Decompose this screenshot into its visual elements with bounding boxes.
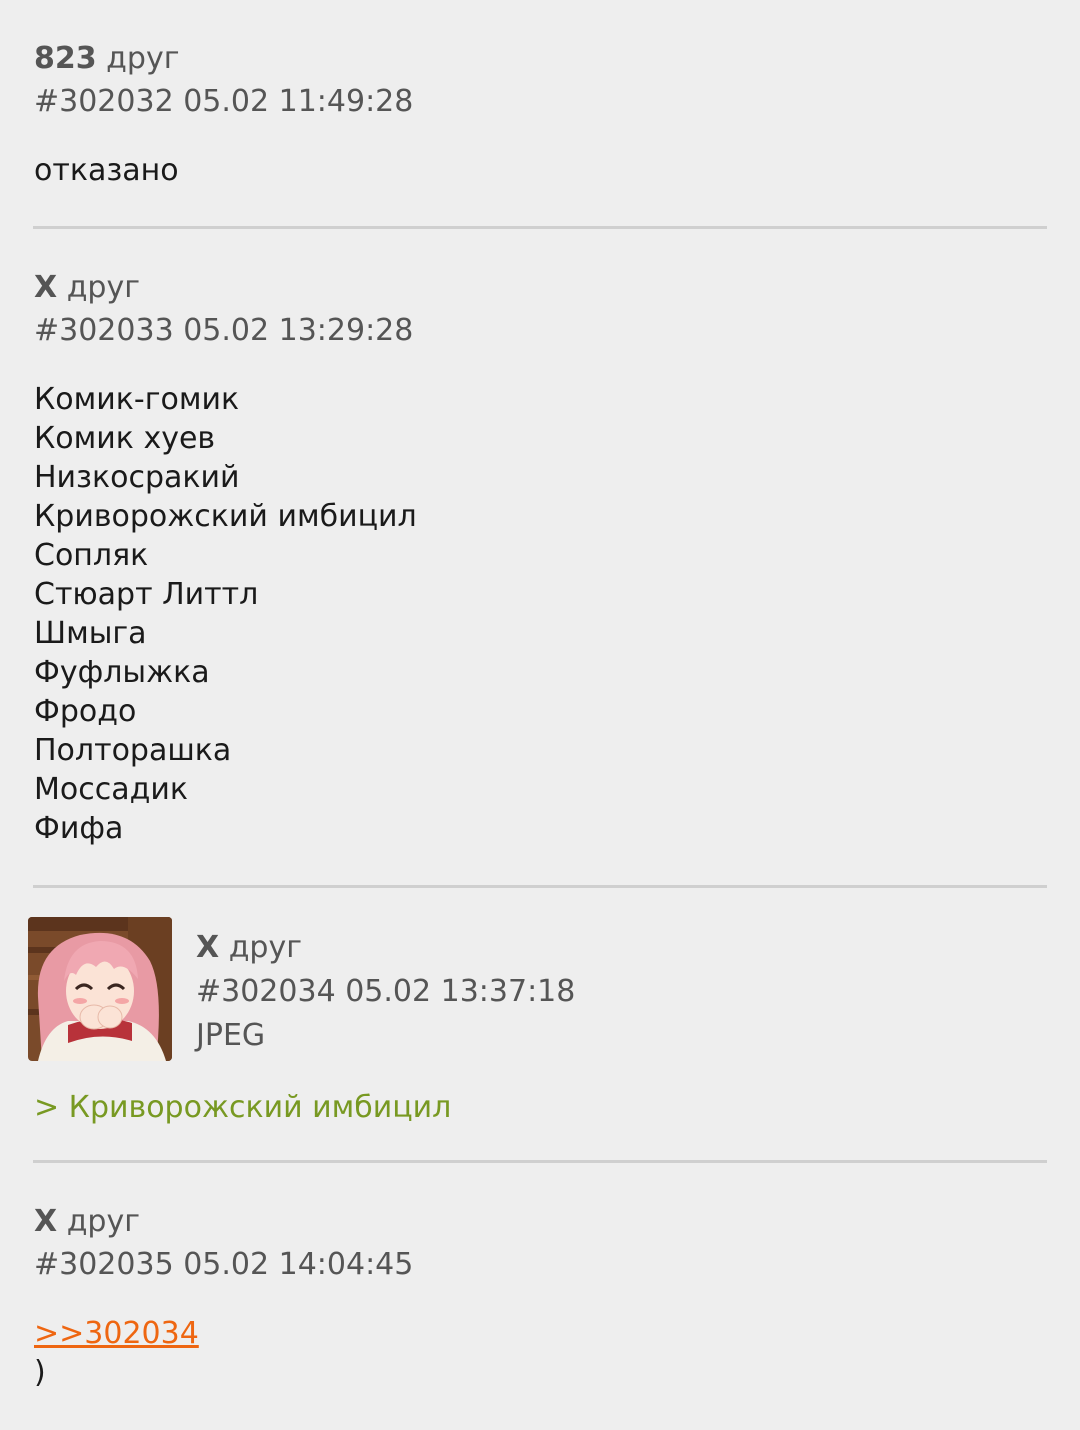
poster-tag: друг xyxy=(66,270,140,305)
poster-name: X xyxy=(34,270,58,305)
post-302034-body: > Криворожский имбицил xyxy=(34,1088,1047,1127)
post-meta[interactable]: #302032 05.02 11:49:28 xyxy=(34,80,1047,123)
post-divider xyxy=(33,1160,1047,1163)
greentext-quote: > Криворожский имбицил xyxy=(34,1090,452,1125)
post-text: ) xyxy=(34,1355,46,1390)
poster-line: X друг xyxy=(34,1200,1047,1243)
post-header: X друг #302034 05.02 13:37:18 JPEG xyxy=(196,926,575,1058)
post-line: Низкосракий xyxy=(34,460,240,495)
post-line: Комик-гомик xyxy=(34,382,240,417)
post-line: Моссадик xyxy=(34,772,188,807)
post-302033: X друг #302033 05.02 13:29:28 Комик-гоми… xyxy=(34,266,1047,848)
post-divider xyxy=(33,885,1047,888)
post-line: Фуфлыжка xyxy=(34,655,210,690)
post-line: Стюарт Литтл xyxy=(34,577,259,612)
poster-name: X xyxy=(34,1204,58,1239)
poster-tag: друг xyxy=(106,41,180,76)
poster-line: X друг xyxy=(196,926,575,970)
post-line: Сопляк xyxy=(34,538,149,573)
post-header: X друг #302035 05.02 14:04:45 xyxy=(34,1200,1047,1286)
poster-name: 823 xyxy=(34,41,97,76)
post-header: X друг #302033 05.02 13:29:28 xyxy=(34,266,1047,352)
post-line: Фифа xyxy=(34,811,124,846)
post-line: Фродо xyxy=(34,694,137,729)
post-meta[interactable]: #302035 05.02 14:04:45 xyxy=(34,1243,1047,1286)
post-image-thumbnail[interactable] xyxy=(28,917,172,1061)
post-line: Полторашка xyxy=(34,733,232,768)
post-text: отказано xyxy=(34,153,179,188)
file-type-label: JPEG xyxy=(196,1018,266,1053)
post-header: 823 друг #302032 05.02 11:49:28 xyxy=(34,37,1047,123)
reply-link[interactable]: >>302034 xyxy=(34,1316,199,1351)
post-302032: 823 друг #302032 05.02 11:49:28 отказано xyxy=(34,37,1047,190)
post-line: Криворожский имбицил xyxy=(34,499,417,534)
anime-girl-thumbnail-image xyxy=(28,917,172,1061)
post-body: отказано xyxy=(34,151,1047,190)
poster-line: X друг xyxy=(34,266,1047,309)
thread: 823 друг #302032 05.02 11:49:28 отказано… xyxy=(0,0,1080,1430)
post-line: Шмыга xyxy=(34,616,147,651)
post-302035: X друг #302035 05.02 14:04:45 >>302034 ) xyxy=(34,1200,1047,1392)
poster-tag: друг xyxy=(228,930,302,965)
post-body: Комик-гомик Комик хуев Низкосракий Криво… xyxy=(34,380,1047,848)
poster-tag: друг xyxy=(66,1204,140,1239)
post-line: Комик хуев xyxy=(34,421,216,456)
post-body: >>302034 ) xyxy=(34,1314,1047,1392)
post-divider xyxy=(33,226,1047,229)
post-meta[interactable]: #302034 05.02 13:37:18 xyxy=(196,970,575,1014)
poster-line: 823 друг xyxy=(34,37,1047,80)
poster-name: X xyxy=(196,930,220,965)
post-meta[interactable]: #302033 05.02 13:29:28 xyxy=(34,309,1047,352)
